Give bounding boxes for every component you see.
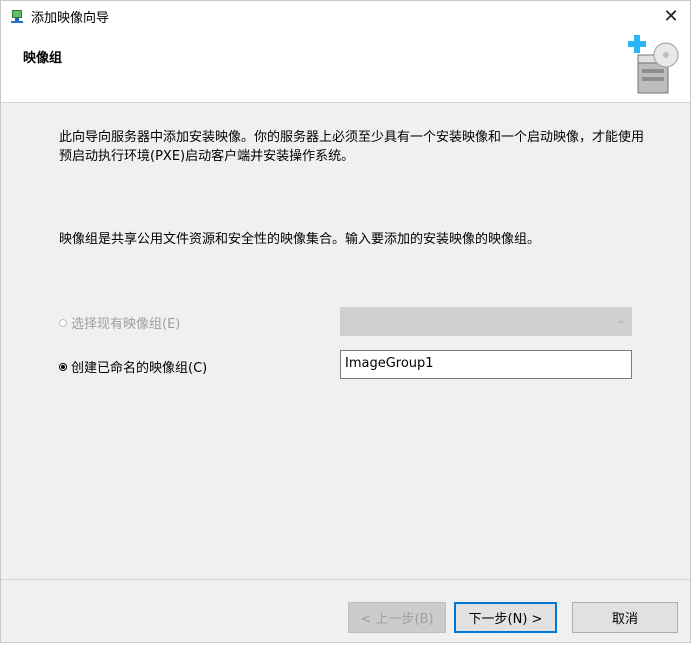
existing-group-radio[interactable] — [59, 318, 67, 327]
back-button[interactable]: < 上一步(B) — [348, 602, 446, 633]
wizard-content: 此向导向服务器中添加安装映像。你的服务器上必须至少具有一个安装映像和一个启动映像… — [1, 103, 690, 579]
wizard-window: 添加映像向导 ✕ 映像组 此向导向服务器中添加安装映像。你的服务器上必须至少具有… — [0, 0, 691, 643]
create-group-radio[interactable] — [59, 362, 67, 371]
group-name-input[interactable]: ImageGroup1 — [340, 350, 632, 379]
close-icon: ✕ — [663, 5, 679, 27]
wizard-header: 映像组 — [1, 31, 690, 103]
image-group-description: 映像组是共享公用文件资源和安全性的映像集合。输入要添加的安装映像的映像组。 — [59, 232, 541, 247]
server-add-icon — [628, 35, 679, 94]
wds-app-icon — [11, 10, 23, 23]
window-title: 添加映像向导 — [31, 10, 110, 26]
existing-group-option[interactable]: 选择现有映像组(E) — [59, 313, 180, 332]
chevron-down-icon: ⌄ — [616, 315, 625, 326]
create-group-option[interactable]: 创建已命名的映像组(C) — [59, 357, 207, 376]
create-group-label: 创建已命名的映像组(C) — [71, 361, 208, 376]
close-button[interactable]: ✕ — [658, 3, 684, 29]
wizard-footer: < 上一步(B) 下一步(N) > 取消 — [1, 579, 690, 645]
existing-group-combo[interactable]: ⌄ — [340, 307, 632, 336]
title-bar: 添加映像向导 ✕ — [1, 1, 690, 31]
cancel-button[interactable]: 取消 — [572, 602, 678, 633]
page-title: 映像组 — [23, 51, 63, 66]
intro-paragraph: 此向导向服务器中添加安装映像。你的服务器上必须至少具有一个安装映像和一个启动映像… — [59, 130, 645, 164]
next-button[interactable]: 下一步(N) > — [454, 602, 557, 633]
existing-group-label: 选择现有映像组(E) — [71, 317, 181, 332]
